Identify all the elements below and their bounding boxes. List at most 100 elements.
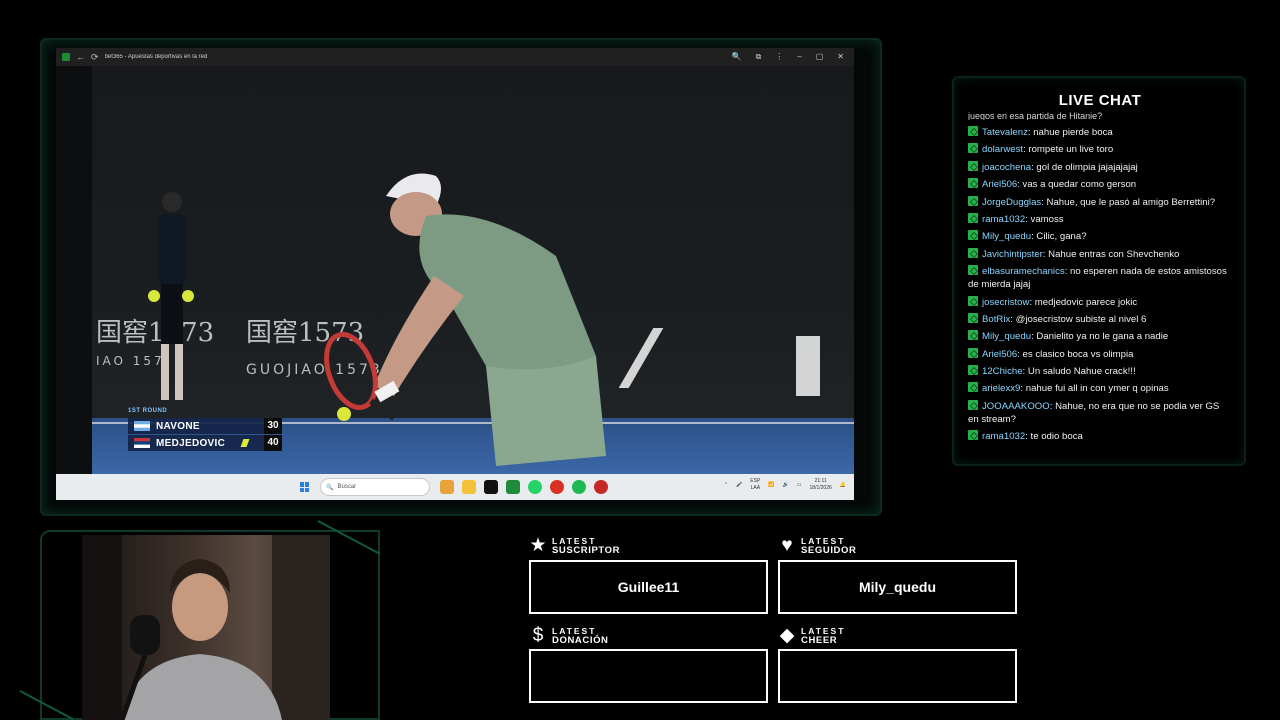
- sponsor-logo-right: [796, 336, 820, 396]
- notifications-icon[interactable]: 🔔: [840, 482, 846, 488]
- tiktok-app-icon[interactable]: [484, 480, 498, 494]
- app-icon[interactable]: [594, 480, 608, 494]
- chat-username[interactable]: Mily_quedu: [982, 231, 1031, 242]
- latest-donacion-header: $ LATEST DONACIÓN: [528, 626, 609, 646]
- argentina-flag-icon: [134, 421, 150, 431]
- chat-username[interactable]: 12Chiche: [982, 366, 1023, 377]
- file-explorer-icon[interactable]: [462, 480, 476, 494]
- kick-badge-icon: [968, 230, 978, 241]
- chat-message: elbasuramechanics: no esperen nada de es…: [968, 265, 1227, 291]
- video-stream[interactable]: 国窖1573 IAO 157 国窖1573 GUOJIAO 1573 1ST R…: [56, 66, 854, 474]
- chat-message: Tatevalenz: nahue pierde boca: [968, 126, 1230, 139]
- chat-message-list[interactable]: Tatevalenz: nahue pierde boca dolarwest: …: [968, 126, 1230, 448]
- chat-message: rama1032: vamoss: [968, 212, 1230, 226]
- chat-message: Mily_quedu: Cilic, gana?: [968, 230, 1230, 243]
- chat-username[interactable]: BotRix: [982, 314, 1010, 325]
- close-button[interactable]: ✕: [837, 52, 844, 62]
- chat-message: BotRix: @josecristow subiste al nivel 6: [968, 312, 1230, 326]
- player-name: NAVONE: [156, 420, 200, 432]
- chat-username[interactable]: Tatevalenz: [982, 127, 1028, 138]
- round-label: 1ST ROUND: [128, 408, 168, 414]
- player-score: 40: [264, 435, 282, 451]
- wifi-icon[interactable]: 📶: [768, 482, 774, 488]
- chat-username[interactable]: Javichintipster: [982, 249, 1043, 260]
- serve-indicator-icon: [240, 439, 250, 447]
- maximize-button[interactable]: ▢: [816, 52, 824, 62]
- chat-text: Nahue entras con Shevchenko: [1048, 248, 1180, 260]
- chat-username[interactable]: josecristow: [982, 297, 1029, 308]
- chevron-up-icon[interactable]: ⌃: [724, 482, 728, 488]
- browser-window: ← ⟳ bet365 - Apuestas deportivas en la r…: [56, 48, 854, 500]
- zoom-icon[interactable]: 🔍: [732, 52, 742, 62]
- chat-text: Danielito ya no le gana a nadie: [1036, 331, 1169, 343]
- microphone-icon[interactable]: 🎤: [736, 482, 742, 488]
- chat-username[interactable]: JOOAAAKOOO: [982, 401, 1050, 412]
- popout-icon[interactable]: ⧉: [756, 52, 762, 62]
- kick-badge-icon: [968, 430, 978, 441]
- kick-badge-icon: [968, 399, 978, 410]
- chat-username[interactable]: Ariel506: [982, 179, 1017, 190]
- spotify-app-icon[interactable]: [572, 480, 586, 494]
- chat-message: arielexx9: nahue fui all in con ymer q o…: [968, 382, 1230, 395]
- ball-kid-figure: [148, 192, 194, 400]
- whatsapp-app-icon[interactable]: [528, 480, 542, 494]
- windows-taskbar: 🔍 Buscar ⌃ 🎤 ESP LAA 📶 🔊 ▭ 21:11 18/1/20…: [56, 474, 854, 500]
- latest-donacion-box: [529, 649, 768, 703]
- dollar-icon: $: [532, 625, 544, 646]
- chrome-app-icon[interactable]: [550, 480, 564, 494]
- search-icon: 🔍: [326, 484, 334, 491]
- bet365-app-icon[interactable]: [506, 480, 520, 494]
- taskbar-clock[interactable]: 21:11 18/1/2026: [810, 478, 832, 492]
- chat-text: Cilic, gana?: [1036, 231, 1087, 243]
- chat-username[interactable]: JorgeDugglas: [982, 197, 1041, 208]
- latest-seguidor-header: ♥ LATEST SEGUIDOR: [777, 536, 856, 556]
- latest-suscriptor-box: Guillee11: [529, 560, 768, 614]
- chat-partial-message: juegos en esa partida de Hitanie?: [968, 112, 1103, 120]
- chat-message: 12Chiche: Un saludo Nahue crack!!!: [968, 365, 1230, 378]
- kick-badge-icon: [968, 160, 978, 171]
- chat-text: medjedovic parece jokic: [1034, 296, 1138, 308]
- latest-suscriptor-header: ★ LATEST SUSCRIPTOR: [529, 535, 621, 556]
- chat-text: @josecristow subiste al nivel 6: [1015, 313, 1147, 325]
- chat-text: te odio boca: [1030, 431, 1083, 443]
- chat-message: Javichintipster: Nahue entras con Shevch…: [968, 247, 1230, 261]
- windows-start-icon[interactable]: [300, 482, 310, 492]
- volume-icon[interactable]: 🔊: [783, 482, 789, 488]
- kick-badge-icon: [968, 347, 978, 358]
- copilot-app-icon[interactable]: [440, 480, 454, 494]
- kick-badge-icon: [968, 212, 978, 223]
- chat-username[interactable]: rama1032: [982, 431, 1025, 442]
- chat-username[interactable]: elbasuramechanics: [982, 266, 1065, 277]
- kick-badge-icon: [968, 365, 978, 376]
- chat-text: nahue pierde boca: [1033, 127, 1113, 138]
- menu-icon[interactable]: ⋮: [775, 52, 783, 62]
- chat-username[interactable]: arielexx9: [982, 383, 1020, 394]
- chat-username[interactable]: joacochena: [982, 162, 1031, 173]
- reload-icon[interactable]: ⟳: [91, 52, 99, 62]
- chat-username[interactable]: Ariel506: [982, 349, 1017, 360]
- language-indicator[interactable]: ESP LAA: [750, 478, 760, 492]
- chat-text: gol de olimpia jajajajajaj: [1036, 161, 1138, 173]
- chat-message: dolarwest: rompete un live toro: [968, 143, 1230, 156]
- kick-badge-icon: [968, 382, 978, 393]
- chat-message: JOOAAAKOOO: Nahue, no era que no se podi…: [968, 399, 1220, 425]
- battery-icon[interactable]: ▭: [797, 482, 802, 488]
- chat-message: Ariel506: vas a quedar como gerson: [968, 178, 1230, 191]
- back-icon[interactable]: ←: [76, 52, 85, 62]
- kick-badge-icon: [968, 312, 978, 323]
- minimize-button[interactable]: –: [797, 52, 801, 62]
- diamond-icon: ◆: [779, 625, 795, 646]
- chat-username[interactable]: dolarwest: [982, 144, 1023, 155]
- latest-suscriptor-value: Guillee11: [617, 579, 680, 595]
- chat-text: nahue fui all in con ymer q opinas: [1025, 383, 1169, 395]
- scoreboard-row: MEDJEDOVIC 40: [128, 435, 282, 451]
- heart-icon: ♥: [781, 535, 793, 556]
- chat-text: rompete un live toro: [1028, 144, 1114, 156]
- taskbar-search-input[interactable]: 🔍 Buscar: [320, 478, 430, 496]
- kick-badge-icon: [968, 265, 978, 276]
- chat-username[interactable]: rama1032: [982, 214, 1025, 225]
- browser-title: bet365 - Apuestas deportivas en la red: [104, 54, 208, 60]
- chat-username[interactable]: Mily_quedu: [982, 331, 1031, 342]
- latest-seguidor-box: Mily_quedu: [778, 560, 1017, 614]
- chat-text: vamoss: [1030, 213, 1064, 225]
